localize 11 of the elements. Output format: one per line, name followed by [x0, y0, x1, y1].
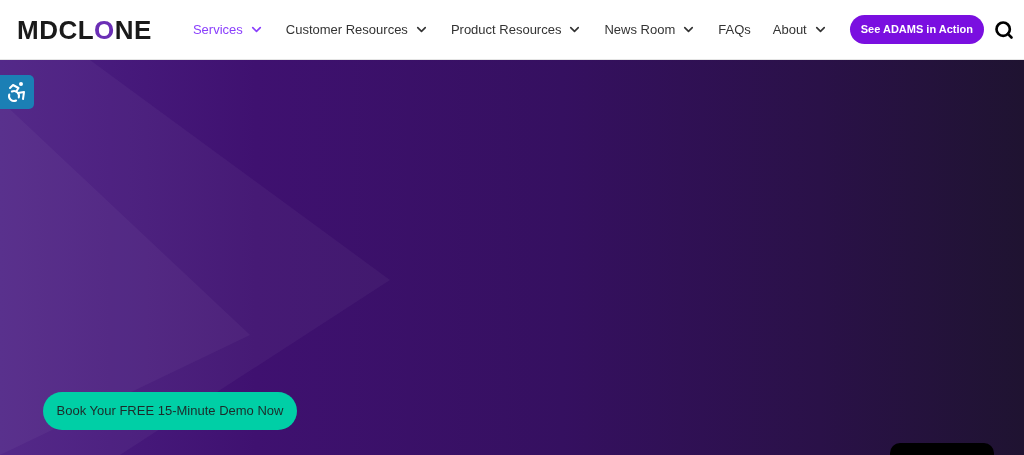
nav-link[interactable]: Services — [192, 19, 264, 40]
nav-link[interactable]: About — [772, 19, 828, 40]
nav-link[interactable]: FAQs — [718, 19, 751, 40]
demo-button[interactable]: Book Your FREE 15-Minute Demo Now — [43, 392, 297, 430]
accessibility-button[interactable] — [0, 75, 34, 109]
cta-button[interactable]: See ADAMS in Action — [849, 15, 984, 44]
nav-link[interactable]: Product Resources — [450, 19, 583, 40]
search-icon[interactable] — [994, 19, 1014, 40]
nav-link[interactable]: Customer Resources — [285, 19, 429, 40]
nav-link[interactable]: News Room — [604, 19, 697, 40]
logo[interactable]: MDCLONE — [17, 16, 152, 43]
